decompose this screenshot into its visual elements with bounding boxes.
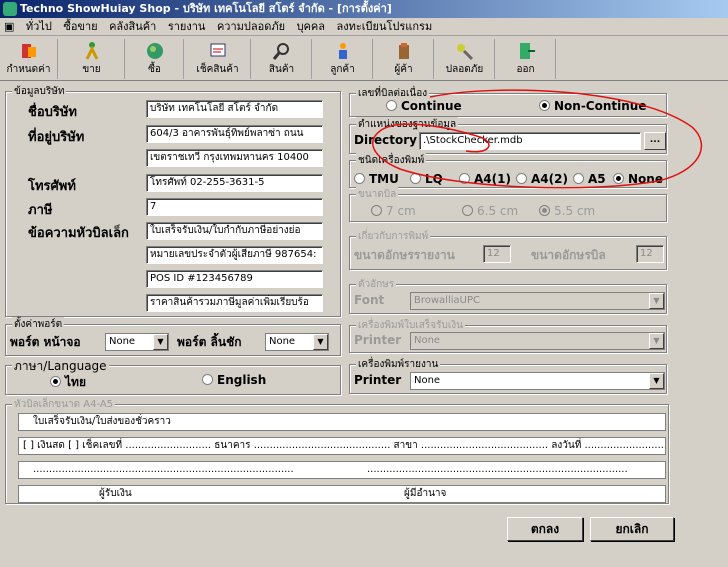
toolbar-product-button[interactable]: สินค้า [252,39,312,79]
toolbar-check-stock-button[interactable]: เช็คสินค้า [185,39,251,79]
toolbar-exit-button[interactable]: ออก [496,39,556,79]
bill-font-size-input[interactable]: 12 [636,245,664,263]
menu-general[interactable]: ทั่วไป [26,20,52,33]
key-icon [456,44,473,61]
font-label: Font [354,293,385,307]
customer-icon [338,43,347,59]
settings-icon [21,44,36,58]
menu-people[interactable]: บุคคล [297,20,325,33]
toolbar-buy-button[interactable]: ซื้อ [126,39,184,79]
check-stock-icon [210,43,225,57]
receipt-printer-label: Printer [354,333,402,347]
phone-label: โทรศัพท์ [28,179,76,194]
window-title: Techno ShowHuiay Shop - บริษัท เทคโนโลยี… [20,2,392,15]
paper-5-5cm-radio[interactable]: 5.5 cm [539,204,595,218]
report-font-size-input[interactable]: 12 [483,245,511,263]
a4-header-caption: หัวบิลเล็กขนาด A4-A5 [12,397,116,412]
report-printer-caption: เครื่องพิมพ์รายงาน [356,357,441,372]
chevron-down-icon: ▼ [649,293,664,309]
tax-input[interactable]: 7 [146,198,323,216]
supplier-icon [398,43,409,59]
radio-empty-icon [462,205,473,216]
chevron-down-icon: ▼ [153,334,168,350]
toolbar-security-button[interactable]: ปลอดภัย [435,39,495,79]
toolbar-supplier-button[interactable]: ผู้ค้า [374,39,434,79]
screen-port-select[interactable]: None ▼ [105,333,169,351]
drawer-port-select[interactable]: None ▼ [265,333,329,351]
report-printer-label: Printer [354,373,402,387]
bill-header3-input[interactable]: POS ID #123456789 [146,270,323,288]
phone-input[interactable]: โทรศัพท์ 02-255-3631-5 [146,174,323,192]
toolbar: กำหนดค่า ขาย ซื้อ เช็คสินค้า สินค้า ลูกค… [0,37,728,81]
ok-button[interactable]: ตกลง [507,517,583,541]
report-font-size-label: ขนาดอักษรรายงาน [354,248,455,262]
menu-doc-icon[interactable]: ▣ [4,20,14,33]
company-name-input[interactable]: บริษัท เทคโนโลยี สโตร์ จำกัด [146,100,323,118]
exit-door-icon [519,43,535,59]
menu-bar: ▣ ทั่วไป ซื้อขาย คลังสินค้า รายงาน ความป… [0,18,728,36]
receipt-printer-caption: เครื่องพิมพ์ใบเสร็จรับเงิน [356,318,465,333]
chevron-down-icon: ▼ [649,333,664,349]
company-address-label: ที่อยู่บริษัท [28,130,85,145]
paper-7cm-radio[interactable]: 7 cm [371,204,416,218]
paper-6-5cm-radio[interactable]: 6.5 cm [462,204,518,218]
font-caption: ตัวอักษร [356,277,397,292]
screen-port-label: พอร์ต หน้าจอ [10,335,81,349]
radio-empty-icon [202,374,213,385]
a4-header-line1-input[interactable]: ใบเสร็จรับเงิน/ใบส่งของชั่วคราว [18,413,666,431]
receipt-printer-select[interactable]: None ▼ [410,332,665,350]
company-address1-input[interactable]: 604/3 อาคารพันธุ์ทิพย์พลาซ่า ถนน [146,125,323,143]
title-bar: Techno ShowHuiay Shop - บริษัท เทคโนโลยี… [0,0,728,18]
radio-empty-icon [371,205,382,216]
red-annotation-circle [371,89,703,189]
bill-header2-input[interactable]: หมายเลขประจำตัวผู้เสียภาษี 987654: [146,246,323,264]
bill-header-label: ข้อความหัวบิลเล็ก [28,226,129,241]
language-thai-radio[interactable]: ไทย [50,373,86,392]
print-settings-caption: เกี่ยวกับการพิมพ์ [356,229,431,244]
company-info-caption: ข้อมูลบริษัท [12,84,67,99]
a4-header-line3-input[interactable]: ........................................… [18,461,666,479]
bill-font-size-label: ขนาดอักษรบิล [531,248,606,262]
radio-selected-icon [50,376,61,387]
app-icon [3,2,17,16]
bill-header1-input[interactable]: ใบเสร็จรับเงิน/ใบกำกับภาษีอย่างย่อ [146,222,323,240]
menu-register[interactable]: ลงทะเบียนโปรแกรม [337,20,433,33]
toolbar-customer-button[interactable]: ลูกค้า [313,39,373,79]
company-address2-input[interactable]: เขตราชเทวี กรุงเทพมหานคร 10400 [146,149,323,167]
cancel-button[interactable]: ยกเลิก [590,517,674,541]
runner-icon [85,42,98,60]
font-select[interactable]: BrowalliaUPC ▼ [410,292,665,310]
report-printer-select[interactable]: None ▼ [410,372,665,390]
radio-selected-icon [539,205,550,216]
a4-header-line4-input[interactable]: ผู้รับเงิน ผู้มีอำนาจ [18,485,666,503]
magnifier-icon [272,43,289,60]
a4-header-line2-input[interactable]: [ ] เงินสด [ ] เช็คเลขที่ ..............… [18,437,666,455]
drawer-port-label: พอร์ต ลิ้นชัก [177,335,242,349]
ports-caption: ตั้งค่าพอร์ต [12,317,65,332]
chevron-down-icon: ▼ [313,334,328,350]
toolbar-settings-button[interactable]: กำหนดค่า [0,39,58,79]
globe-icon [146,43,163,59]
chevron-down-icon: ▼ [649,373,664,389]
menu-report[interactable]: รายงาน [168,20,206,33]
company-name-label: ชื่อบริษัท [28,105,78,120]
tax-label: ภาษี [28,203,53,218]
language-english-radio[interactable]: English [202,373,266,387]
menu-stock[interactable]: คลังสินค้า [109,20,156,33]
menu-security[interactable]: ความปลอดภัย [217,20,285,33]
bill-header4-input[interactable]: ราคาสินค้ารวมภาษีมูลค่าเพิ่มเรียบร้อ [146,294,323,312]
menu-trade[interactable]: ซื้อขาย [63,20,97,33]
toolbar-sell-button[interactable]: ขาย [59,39,125,79]
